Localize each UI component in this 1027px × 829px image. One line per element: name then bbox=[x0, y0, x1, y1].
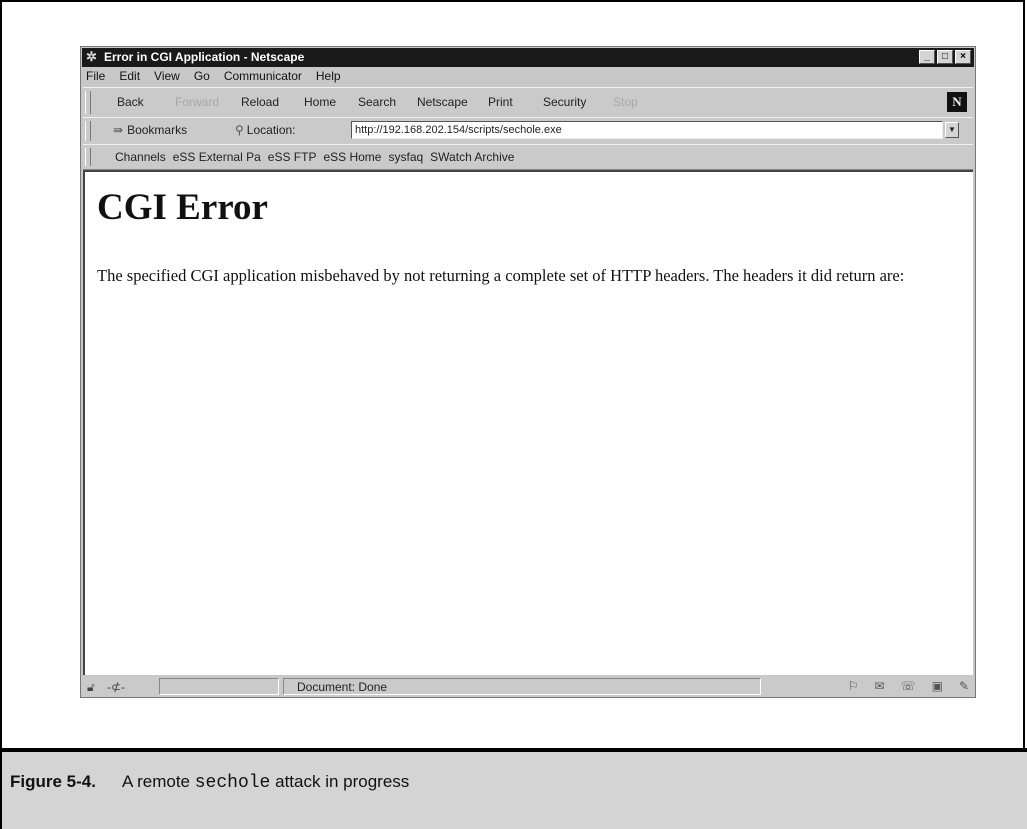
menu-view[interactable]: View bbox=[153, 69, 181, 85]
caption-bar: Figure 5-4. A remote sechole attack in pr… bbox=[0, 748, 1027, 829]
security-button[interactable]: Security bbox=[543, 95, 586, 109]
forward-button[interactable]: Forward bbox=[175, 95, 219, 109]
menu-file[interactable]: File bbox=[85, 69, 106, 85]
personal-toolbar: Channels eSS External Pa eSS FTP eSS Hom… bbox=[83, 144, 973, 170]
navigation-toolbar: Back Forward Reload Home Search Netscape… bbox=[83, 87, 973, 118]
error-message: The specified CGI application misbehaved… bbox=[97, 266, 905, 285]
location-icon[interactable]: ⚲ bbox=[235, 123, 244, 137]
close-button[interactable]: × bbox=[955, 50, 971, 64]
netscape-button[interactable]: Netscape bbox=[417, 95, 468, 109]
maximize-button[interactable]: □ bbox=[937, 50, 953, 64]
window-controls: _ □ × bbox=[919, 50, 971, 64]
location-label: Location: bbox=[246, 123, 296, 137]
menu-go[interactable]: Go bbox=[193, 69, 211, 85]
component-bar-icons: ⚐ ✉ ☏ ▣ ✎ bbox=[848, 679, 969, 693]
connection-icon: -⊄- bbox=[107, 680, 126, 694]
figure-frame: ✲ Error in CGI Application - Netscape _ … bbox=[0, 0, 1025, 748]
status-text: Document: Done bbox=[297, 680, 388, 694]
mail-icon[interactable]: ✉ bbox=[875, 679, 885, 693]
link-swatch-archive[interactable]: SWatch Archive bbox=[430, 150, 514, 164]
browser-window: ✲ Error in CGI Application - Netscape _ … bbox=[80, 46, 976, 698]
link-channels[interactable]: Channels bbox=[115, 150, 166, 164]
url-input[interactable]: http://192.168.202.154/scripts/sechole.e… bbox=[351, 121, 943, 139]
personal-links: Channels eSS External Pa eSS FTP eSS Hom… bbox=[115, 150, 514, 164]
page-content: CGI Error The specified CGI application … bbox=[83, 170, 973, 675]
back-button[interactable]: Back bbox=[117, 95, 144, 109]
title-bar[interactable]: ✲ Error in CGI Application - Netscape _ … bbox=[82, 48, 974, 67]
menu-help[interactable]: Help bbox=[315, 69, 342, 85]
stop-button[interactable]: Stop bbox=[613, 95, 638, 109]
link-ess-ftp[interactable]: eSS FTP bbox=[268, 150, 317, 164]
search-button[interactable]: Search bbox=[358, 95, 396, 109]
link-ess-external[interactable]: eSS External Pa bbox=[173, 150, 261, 164]
link-sysfaq[interactable]: sysfaq bbox=[388, 150, 423, 164]
toolbar-grip[interactable] bbox=[85, 121, 91, 141]
status-bar: 🔓︎ -⊄- Document: Done ⚐ ✉ ☏ ▣ ✎ bbox=[83, 677, 973, 697]
window-title: Error in CGI Application - Netscape bbox=[104, 50, 305, 64]
composer-icon[interactable]: ✎ bbox=[959, 679, 969, 693]
bookmarks-button[interactable]: ⇛ Bookmarks bbox=[113, 123, 187, 137]
location-toolbar: ⇛ Bookmarks ⚲ Location: http://192.168.202… bbox=[83, 117, 973, 145]
toolbar-grip[interactable] bbox=[85, 91, 91, 114]
toolbar-grip[interactable] bbox=[85, 148, 91, 166]
page-heading: CGI Error bbox=[97, 187, 268, 228]
caption-prefix: A remote bbox=[121, 772, 191, 791]
caption-suffix: attack in progress bbox=[275, 772, 410, 791]
app-icon: ✲ bbox=[86, 49, 97, 64]
menu-edit[interactable]: Edit bbox=[118, 69, 141, 85]
address-book-icon[interactable]: ▣ bbox=[932, 679, 943, 693]
navigator-icon[interactable]: ⚐ bbox=[848, 679, 859, 693]
figure-caption: Figure 5-4. A remote sechole attack in pr… bbox=[10, 772, 409, 793]
newsgroups-icon[interactable]: ☏ bbox=[901, 679, 916, 693]
menu-bar: File Edit View Go Communicator Help bbox=[85, 69, 342, 85]
print-button[interactable]: Print bbox=[488, 95, 513, 109]
minimize-button[interactable]: _ bbox=[919, 50, 935, 64]
netscape-logo[interactable]: N bbox=[947, 92, 967, 112]
bookmarks-label: Bookmarks bbox=[127, 123, 188, 137]
reload-button[interactable]: Reload bbox=[241, 95, 279, 109]
link-ess-home[interactable]: eSS Home bbox=[323, 150, 381, 164]
url-dropdown-button[interactable]: ▼ bbox=[945, 122, 959, 138]
caption-code: sechole bbox=[194, 773, 271, 793]
bookmarks-icon: ⇛ bbox=[113, 123, 124, 137]
progress-well bbox=[159, 678, 279, 695]
home-button[interactable]: Home bbox=[304, 95, 336, 109]
menu-communicator[interactable]: Communicator bbox=[223, 69, 303, 85]
figure-number: Figure 5-4. bbox=[10, 772, 96, 791]
security-lock-icon[interactable]: 🔓︎ bbox=[87, 680, 95, 695]
location-label-wrap: ⚲ Location: bbox=[235, 123, 296, 137]
